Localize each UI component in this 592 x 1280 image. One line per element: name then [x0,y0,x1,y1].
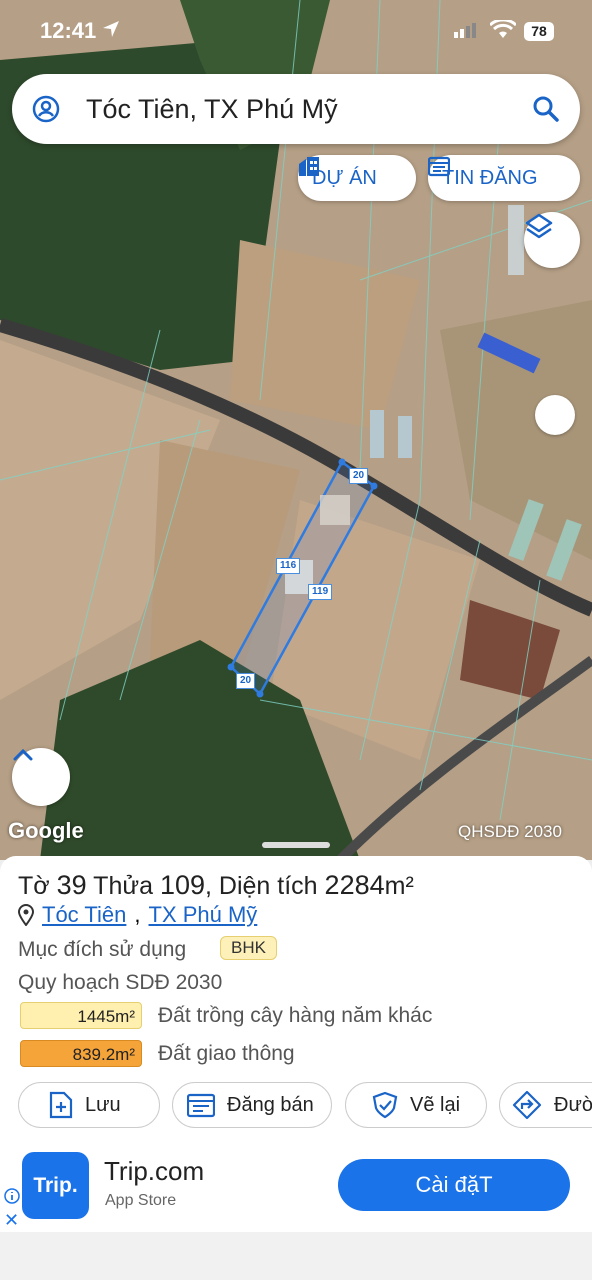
expand-button[interactable] [12,748,70,806]
ad-app-name: Trip.com [104,1156,205,1186]
bottom-area [0,1232,592,1280]
edge-length-right: 119 [308,584,333,600]
search-icon[interactable] [532,95,560,123]
zone-area-2: 839.2m² [20,1040,142,1067]
lot-number: 109 [159,870,206,900]
zone-desc-1: Đất trồng cây hàng năm khác [158,1004,433,1027]
route-button-label: Đườ [554,1093,592,1116]
area-label: Diện tích [218,872,318,900]
map-view[interactable]: 20 116 119 20 12:41 78 Tóc Tiên, TX Phú … [0,0,592,860]
town-link[interactable]: TX Phú Mỹ [149,902,258,928]
signal-icon [454,23,476,38]
ad-info-icon[interactable] [4,1188,20,1204]
redraw-button[interactable]: Vẽ lại [345,1082,487,1128]
ad-store-label: App Store [105,1192,177,1209]
commune-link[interactable]: Tóc Tiên [42,902,126,928]
pin-icon [18,904,34,926]
zone-area-1: 1445m² [20,1002,142,1029]
ad-app-logo: Trip. [22,1152,89,1219]
usage-code-badge: BHK [220,936,277,960]
layers-icon [525,213,553,239]
edge-length-left: 116 [276,558,301,574]
save-button[interactable]: Lưu [18,1082,160,1128]
sell-button[interactable]: Đăng bán [172,1082,332,1128]
projects-chip[interactable]: DỰ ÁN [298,155,416,201]
save-button-label: Lưu [85,1093,121,1116]
projects-chip-label: DỰ ÁN [312,166,377,189]
chevron-up-icon [13,748,33,761]
location-row: Tóc Tiên, TX Phú Mỹ [18,902,257,928]
sheet-label: Tờ [18,872,50,900]
directions-icon [512,1090,542,1120]
battery-icon: 78 [524,22,554,41]
google-logo: Google [8,818,84,843]
building-icon [299,157,319,176]
listings-chip-label: TIN ĐĂNG [442,166,538,189]
redraw-button-label: Vẽ lại [410,1093,461,1116]
parcel-title: Tờ 39 Thửa 109, Diện tích 2284m² [18,870,414,900]
map-layer-label: QHSDĐ 2030 [458,822,562,841]
location-arrow-icon [103,21,119,37]
add-document-icon [49,1091,73,1119]
area-value: 2284 [324,870,385,900]
parcel-info-sheet: Tờ 39 Thửa 109, Diện tích 2284m² Tóc Tiê… [0,856,592,1146]
account-icon[interactable] [32,95,60,123]
calendar-list-icon [428,156,450,177]
search-bar[interactable]: Tóc Tiên, TX Phú Mỹ [12,74,580,144]
shield-check-icon [372,1091,398,1119]
area-unit: m² [384,872,414,900]
wifi-icon [490,20,516,38]
clock: 12:41 [40,18,97,43]
status-bar: 12:41 78 [0,0,592,62]
calendar-list-icon [187,1093,215,1118]
sell-button-label: Đăng bán [227,1093,314,1116]
lot-label: Thửa [93,872,153,900]
search-input[interactable]: Tóc Tiên, TX Phú Mỹ [86,94,338,125]
ad-close-icon[interactable]: ✕ [4,1210,19,1231]
ad-banner[interactable]: Trip. Trip.com App Store Cài đặT ✕ [0,1146,592,1232]
usage-label: Mục đích sử dụng [18,938,187,961]
listings-chip[interactable]: TIN ĐĂNG [428,155,580,201]
zone-desc-2: Đất giao thông [158,1042,295,1065]
layers-button[interactable] [524,212,580,268]
map-control-dot[interactable] [535,395,575,435]
edge-length-top: 20 [349,468,369,484]
plan-label: Quy hoạch SDĐ 2030 [18,971,223,994]
install-button[interactable]: Cài đặT [338,1159,570,1211]
route-button[interactable]: Đườ [499,1082,592,1128]
edge-length-bottom: 20 [236,673,256,689]
sheet-drag-handle[interactable] [262,842,330,848]
sheet-number: 39 [56,870,87,900]
